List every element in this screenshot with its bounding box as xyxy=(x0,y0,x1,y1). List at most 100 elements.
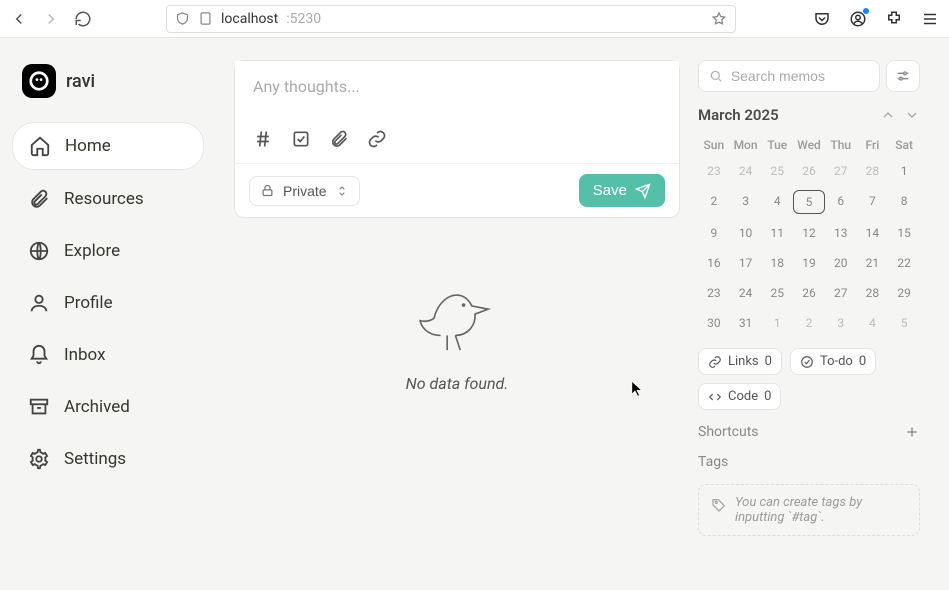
attach-icon[interactable] xyxy=(329,129,349,149)
calendar-dow: Thu xyxy=(825,138,857,152)
calendar-day[interactable]: 24 xyxy=(730,282,762,304)
calendar-day[interactable]: 28 xyxy=(857,160,889,182)
forward-button[interactable] xyxy=(42,10,60,28)
avatar xyxy=(22,64,56,98)
calendar-day[interactable]: 5 xyxy=(888,312,920,334)
pocket-icon[interactable] xyxy=(813,10,831,28)
calendar-day[interactable]: 28 xyxy=(857,282,889,304)
save-button[interactable]: Save xyxy=(579,174,665,207)
address-bar[interactable]: localhost :5230 xyxy=(166,5,736,33)
calendar-day[interactable]: 17 xyxy=(730,252,762,274)
reload-button[interactable] xyxy=(74,10,92,28)
chip-label: Links xyxy=(728,354,759,369)
back-button[interactable] xyxy=(10,10,28,28)
memo-composer: Private Save xyxy=(234,60,680,218)
save-label: Save xyxy=(593,182,627,199)
calendar-day[interactable]: 26 xyxy=(793,160,825,182)
sidebar-item-explore[interactable]: Explore xyxy=(12,228,204,274)
chevron-up-icon[interactable] xyxy=(880,107,896,123)
bell-icon xyxy=(28,344,50,366)
calendar-day[interactable]: 11 xyxy=(761,222,793,244)
calendar-day[interactable]: 1 xyxy=(888,160,920,182)
calendar-day[interactable]: 5 xyxy=(793,190,825,214)
todo-chip[interactable]: To-do 0 xyxy=(790,348,876,375)
sidebar-item-inbox[interactable]: Inbox xyxy=(12,332,204,378)
link-icon[interactable] xyxy=(367,129,387,149)
calendar-title: March 2025 xyxy=(698,106,779,124)
calendar-day[interactable]: 9 xyxy=(698,222,730,244)
calendar-day[interactable]: 24 xyxy=(730,160,762,182)
visibility-label: Private xyxy=(283,183,327,199)
sidebar-item-profile[interactable]: Profile xyxy=(12,280,204,326)
add-shortcut-button[interactable] xyxy=(904,424,920,440)
bookmark-star-icon[interactable] xyxy=(711,11,727,27)
sidebar-item-resources[interactable]: Resources xyxy=(12,176,204,222)
links-chip[interactable]: Links 0 xyxy=(698,348,782,375)
calendar-day[interactable]: 4 xyxy=(857,312,889,334)
filter-button[interactable] xyxy=(886,60,920,92)
calendar-day[interactable]: 18 xyxy=(761,252,793,274)
check-circle-icon xyxy=(800,355,814,369)
calendar-day[interactable]: 7 xyxy=(857,190,889,214)
page-icon xyxy=(198,11,213,26)
visibility-selector[interactable]: Private xyxy=(249,176,360,206)
user-icon xyxy=(28,292,50,314)
calendar-day[interactable]: 25 xyxy=(761,282,793,304)
calendar-day[interactable]: 3 xyxy=(730,190,762,214)
calendar-day[interactable]: 29 xyxy=(888,282,920,304)
extensions-icon[interactable] xyxy=(885,10,903,28)
sidebar-item-archived[interactable]: Archived xyxy=(12,384,204,430)
empty-state: No data found. xyxy=(234,278,680,393)
calendar-day[interactable]: 13 xyxy=(825,222,857,244)
calendar-day[interactable]: 21 xyxy=(857,252,889,274)
send-icon xyxy=(635,183,651,199)
calendar-day[interactable]: 4 xyxy=(761,190,793,214)
calendar-day[interactable]: 10 xyxy=(730,222,762,244)
sidebar-item-label: Settings xyxy=(64,449,126,469)
calendar-day[interactable]: 23 xyxy=(698,160,730,182)
chevron-down-icon[interactable] xyxy=(904,107,920,123)
calendar-day[interactable]: 2 xyxy=(793,312,825,334)
search-memos[interactable] xyxy=(698,60,880,92)
calendar-day[interactable]: 15 xyxy=(888,222,920,244)
url-host: localhost xyxy=(221,11,278,27)
account-icon[interactable] xyxy=(849,10,867,28)
calendar-day[interactable]: 30 xyxy=(698,312,730,334)
calendar-dow: Tue xyxy=(761,138,793,152)
hash-icon[interactable] xyxy=(253,129,273,149)
calendar-day[interactable]: 27 xyxy=(825,160,857,182)
sidebar-item-settings[interactable]: Settings xyxy=(12,436,204,482)
calendar-day[interactable]: 23 xyxy=(698,282,730,304)
calendar-day[interactable]: 19 xyxy=(793,252,825,274)
menu-icon[interactable] xyxy=(921,10,939,28)
calendar-day[interactable]: 20 xyxy=(825,252,857,274)
user-profile[interactable]: ravi xyxy=(12,56,204,106)
calendar-day[interactable]: 25 xyxy=(761,160,793,182)
chip-count: 0 xyxy=(765,354,772,369)
home-icon xyxy=(29,135,51,157)
calendar-day[interactable]: 12 xyxy=(793,222,825,244)
calendar-day[interactable]: 26 xyxy=(793,282,825,304)
calendar-day[interactable]: 22 xyxy=(888,252,920,274)
calendar-day[interactable]: 2 xyxy=(698,190,730,214)
globe-icon xyxy=(28,240,50,262)
sidebar-item-home[interactable]: Home xyxy=(12,122,204,170)
sidebar-item-label: Archived xyxy=(64,397,130,417)
calendar-day[interactable]: 3 xyxy=(825,312,857,334)
memo-input[interactable] xyxy=(235,61,679,119)
code-chip[interactable]: Code 0 xyxy=(698,383,781,410)
search-input[interactable] xyxy=(731,68,869,84)
tags-title: Tags xyxy=(698,454,728,470)
calendar-day[interactable]: 6 xyxy=(825,190,857,214)
calendar-day[interactable]: 1 xyxy=(761,312,793,334)
sidebar-item-label: Inbox xyxy=(64,345,106,365)
calendar-day[interactable]: 14 xyxy=(857,222,889,244)
calendar-day[interactable]: 16 xyxy=(698,252,730,274)
checkbox-icon[interactable] xyxy=(291,129,311,149)
calendar-day[interactable]: 8 xyxy=(888,190,920,214)
shortcuts-title: Shortcuts xyxy=(698,424,759,440)
calendar-day[interactable]: 27 xyxy=(825,282,857,304)
calendar-day[interactable]: 31 xyxy=(730,312,762,334)
url-port: :5230 xyxy=(286,11,321,27)
calendar-grid: SunMonTueWedThuFriSat2324252627281234567… xyxy=(698,138,920,334)
